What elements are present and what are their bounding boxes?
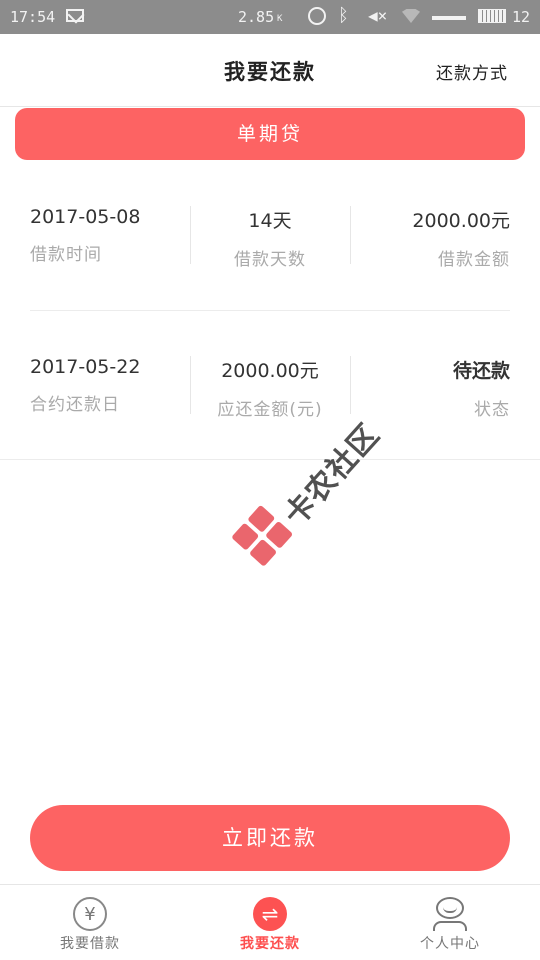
loan-days-cell: 14天 借款天数 [190,206,350,270]
signal-icon [432,16,466,20]
page: 17:54 2.85 K ᛒ ◀× 12 我要还款 还款方式 单期贷 2017-… [0,0,540,960]
app-header: 我要还款 还款方式 [0,34,540,107]
nav-label-profile: 个人中心 [420,936,480,952]
loan-amount-value: 2000.00元 [412,210,510,232]
sync-icon [308,7,326,25]
due-date-value: 2017-05-22 [30,356,141,378]
repay-icon: ⇌ [253,897,287,931]
loan-date-cell: 2017-05-08 借款时间 [30,206,190,265]
net-speed-unit: K [277,14,283,24]
status-time: 17:54 [10,8,56,26]
repayment-method-link[interactable]: 还款方式 [436,59,508,84]
loan-days-value: 14天 [248,210,292,232]
due-date-cell: 2017-05-22 合约还款日 [30,356,190,415]
row-separator [30,310,510,311]
status-value: 待还款 [452,360,510,382]
loan-date-label: 借款时间 [30,245,102,265]
bottom-nav: ¥ 我要借款 ⇌ 我要还款 个人中心 [0,884,540,960]
loan-days-label: 借款天数 [234,250,306,270]
loan-amount-cell: 2000.00元 借款金额 [350,206,510,270]
nav-item-repay[interactable]: ⇌ 我要还款 [180,885,360,960]
watermark-text: 卡农社区 [277,417,387,533]
nav-label-repay: 我要还款 [240,936,300,952]
repay-now-button[interactable]: 立即还款 [30,805,510,871]
net-speed: 2.85 [238,8,275,26]
loan-amount-label: 借款金额 [438,250,510,270]
status-cell: 待还款 状态 [350,356,510,420]
battery-icon [478,9,506,23]
nav-item-profile[interactable]: 个人中心 [360,885,540,960]
product-type-banner[interactable]: 单期贷 [15,108,525,160]
due-date-label: 合约还款日 [30,395,120,415]
loan-date-value: 2017-05-08 [30,206,141,228]
status-label: 状态 [474,400,510,420]
bluetooth-icon: ᛒ [338,5,349,26]
user-icon [433,897,467,931]
status-bar: 17:54 2.85 K ᛒ ◀× 12 [0,0,540,34]
nav-item-borrow[interactable]: ¥ 我要借款 [0,885,180,960]
loan-info-row: 2017-05-08 借款时间 14天 借款天数 2000.00元 借款金额 [30,206,510,270]
yen-icon: ¥ [73,897,107,931]
mail-icon [66,9,84,22]
nav-label-borrow: 我要借款 [60,936,120,952]
wifi-icon [402,9,420,23]
battery-level: 12 [512,8,531,26]
mute-icon: ◀× [368,6,388,25]
